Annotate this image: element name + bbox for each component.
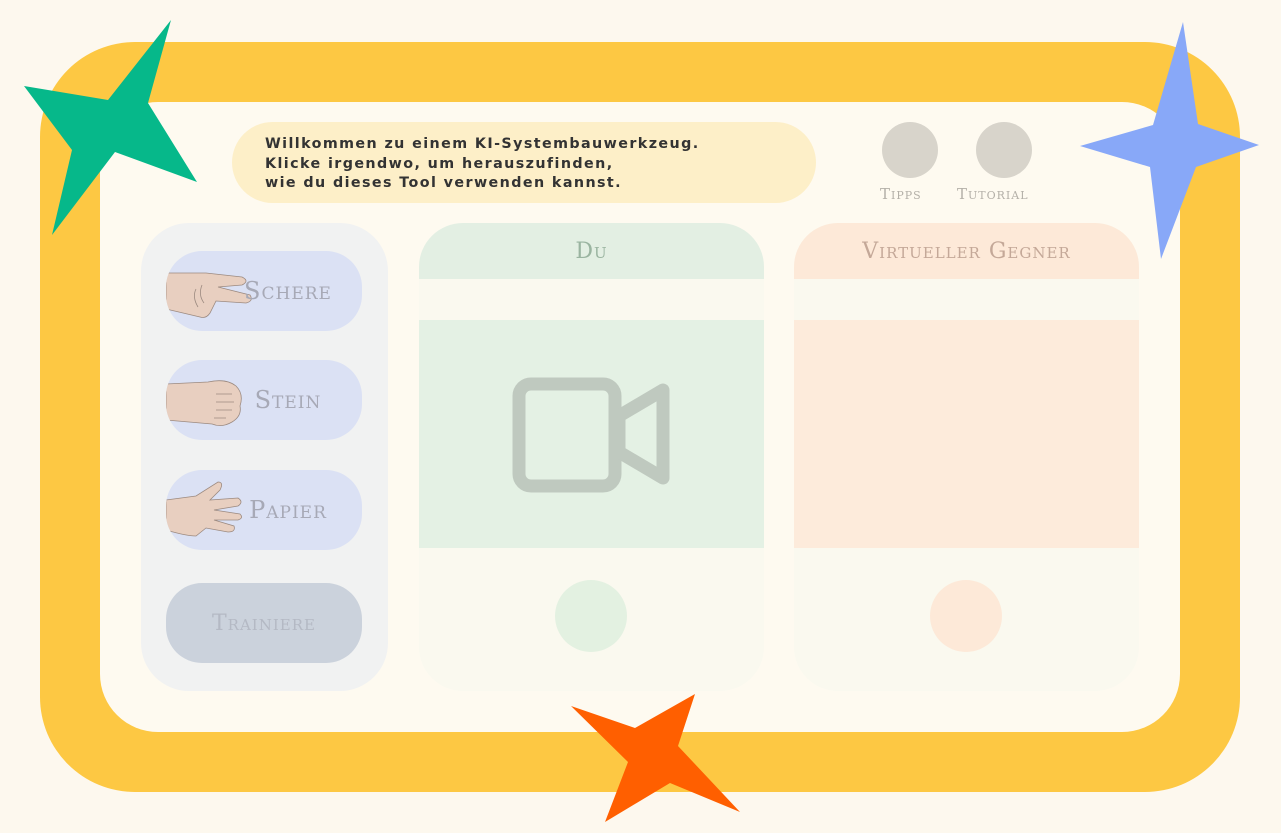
green-star-icon xyxy=(24,20,197,235)
blue-star-icon xyxy=(1080,22,1259,259)
decorative-stars xyxy=(24,20,1259,822)
orange-star-icon xyxy=(571,694,740,822)
